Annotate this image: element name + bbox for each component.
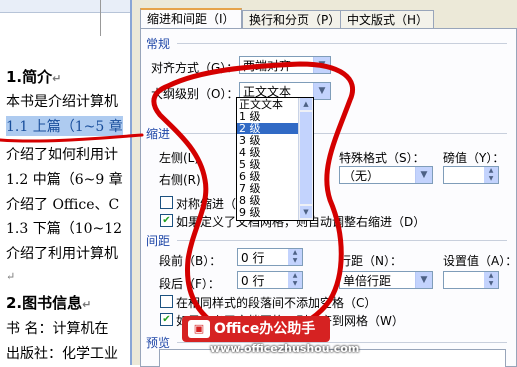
doc-line[interactable]: 书 名：计算机在 [6,318,108,338]
chevron-down-icon[interactable]: ▼ [415,167,432,183]
divider [177,133,507,134]
space-before-label: 段前（B）： [159,254,222,268]
no-space-same-style-checkbox[interactable] [160,295,173,308]
degree-spinner[interactable]: ▲ ▼ [443,166,499,184]
degree-label: 磅值（Y）： [443,151,505,165]
set-value-spinner[interactable]: ▲ ▼ [443,271,499,289]
outline-level-label: 大纲级别（O）： [151,87,239,101]
scrollbar[interactable]: ▲ ▼ [298,98,313,220]
indent-right-label: 右侧(R) [159,173,201,187]
scroll-up-icon[interactable]: ▲ [300,98,312,110]
doc-line[interactable]: 介绍了 Office、C [6,194,119,214]
divider [177,240,507,241]
doc-line[interactable]: 本书是介绍计算机 [6,91,118,111]
horizontal-ruler [0,0,140,13]
doc-line[interactable]: 介绍了利用计算机 [6,243,118,263]
space-after-label: 段后（F）： [159,277,220,291]
divider [177,43,507,44]
section-indent: 缩进 [146,127,171,141]
snap-to-grid-checkbox[interactable]: ✔ [160,313,173,326]
outline-option[interactable]: 7 级 [239,183,261,194]
indent-left-label: 左侧(L) [159,151,200,165]
no-space-same-style-label: 在相同样式的段落间不添加空格（C） [176,296,377,310]
line-spacing-label: 行距（N）： [339,254,402,268]
document-pane[interactable]: 1.简介↵ 本书是介绍计算机 1.1 上篇（1~5 章 介绍了如何利用计 1.2… [0,0,140,365]
doc-line[interactable]: 2.图书信息↵ [6,292,91,313]
tab-line-page-breaks[interactable]: 换行和分页（P） [242,10,344,29]
outline-option[interactable]: 1 级 [239,111,261,122]
text-cursor [100,0,101,36]
doc-line[interactable]: 1.简介↵ [6,66,61,87]
spin-down-icon[interactable]: ▼ [484,175,498,183]
doc-line[interactable]: 介绍了如何利用计 [6,144,118,164]
outline-option[interactable]: 9 级 [239,207,261,218]
chevron-down-icon[interactable]: ▼ [415,272,432,288]
scrollbar-thumb[interactable] [300,112,312,204]
doc-line[interactable]: ↵ [6,268,15,284]
spin-up-icon[interactable]: ▲ [288,272,302,280]
doc-line-selected[interactable]: 1.1 上篇（1~5 章 [6,116,123,136]
spin-up-icon[interactable]: ▲ [484,167,498,175]
outline-option[interactable]: 8 级 [239,195,261,206]
outline-option[interactable]: 6 级 [239,171,261,182]
spin-down-icon[interactable]: ▼ [288,280,302,288]
space-after-spinner[interactable]: 0 行 ▲ ▼ [237,271,303,289]
doc-line[interactable]: 出版社：化学工业 [6,343,118,363]
auto-right-indent-checkbox[interactable]: ✔ [160,214,173,227]
chevron-down-icon[interactable]: ▼ [313,57,330,73]
scroll-down-icon[interactable]: ▼ [300,206,312,218]
set-value-label: 设置值（A）： [443,254,517,268]
space-before-spinner[interactable]: 0 行 ▲ ▼ [237,248,303,266]
outline-option[interactable]: 5 级 [239,159,261,170]
spin-up-icon[interactable]: ▲ [484,272,498,280]
spin-down-icon[interactable]: ▼ [288,257,302,265]
line-spacing-select[interactable]: 单倍行距 ▼ [339,271,433,289]
outline-level-dropdown-list[interactable]: 正文文本 1 级 2 级 3 级 4 级 5 级 6 级 7 级 8 级 9 级… [236,97,314,221]
special-format-label: 特殊格式（S）： [339,151,425,165]
watermark-badge: ▣ Office办公助手 [182,316,330,342]
section-spacing: 间距 [146,234,171,248]
outline-option[interactable]: 3 级 [239,135,261,146]
outline-option[interactable]: 正文文本 [239,99,283,110]
chevron-down-icon[interactable]: ▼ [313,83,330,99]
alignment-label: 对齐方式（G）： [151,61,239,75]
spin-down-icon[interactable]: ▼ [484,280,498,288]
tab-asian-typography[interactable]: 中文版式（H） [340,10,434,29]
watermark-url: www.officezhushou.com [210,342,360,355]
alignment-select[interactable]: 两端对齐 ▼ [239,56,331,74]
outline-option[interactable]: 4 级 [239,147,261,158]
office-logo-icon: ▣ [188,320,210,338]
special-format-select[interactable]: （无） ▼ [339,166,433,184]
doc-line[interactable]: 1.2 中篇（6~9 章 [6,169,123,189]
mirror-indent-checkbox[interactable] [160,196,173,209]
section-general: 常规 [146,37,171,51]
spin-up-icon[interactable]: ▲ [288,249,302,257]
paragraph-dialog: 缩进和间距（I） 换行和分页（P） 中文版式（H） 常规 对齐方式（G）： 两端… [130,0,517,367]
doc-line[interactable]: 1.3 下篇（10~12 [6,218,122,238]
